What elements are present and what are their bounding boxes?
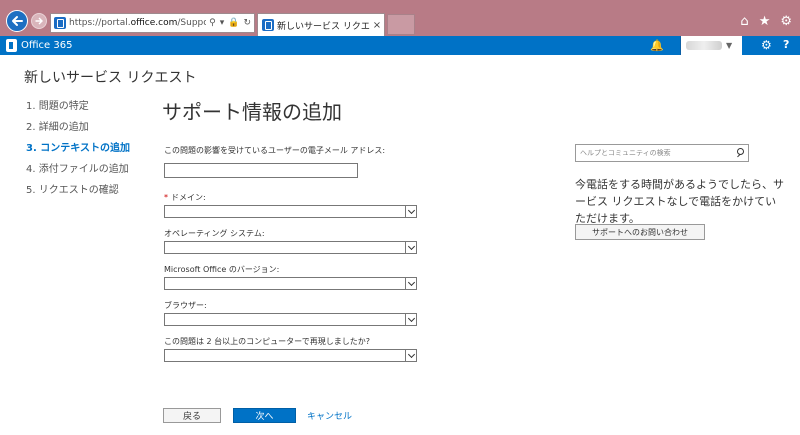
reproduce-field-group: この問題は 2 台以上のコンピューターで再現しましたか? (164, 336, 419, 372)
page-title: 新しいサービス リクエスト (24, 70, 197, 86)
cancel-link[interactable]: キャンセル (307, 409, 352, 422)
section-title: サポート情報の追加 (162, 100, 342, 124)
step-add-attachments[interactable]: 4. 添付ファイルの追加 (26, 160, 130, 181)
user-menu[interactable]: ▼ (680, 36, 742, 55)
office-version-select-value (165, 278, 405, 289)
os-field-group: オペレーティング システム: (164, 228, 419, 264)
help-icon[interactable]: ? (783, 38, 789, 51)
tab-title: 新しいサービス リクエスト (277, 21, 370, 32)
back-button[interactable] (6, 10, 28, 32)
next-button[interactable]: 次へ (233, 408, 296, 423)
site-favicon-icon (54, 17, 66, 29)
user-name-redacted (686, 41, 722, 50)
domain-select[interactable] (164, 205, 417, 218)
lock-icon: 🔒 (228, 18, 240, 28)
office-version-label: Microsoft Office のバージョン: (164, 265, 280, 274)
forward-button[interactable] (31, 13, 47, 29)
os-select[interactable] (164, 241, 417, 254)
help-search-box (575, 144, 749, 162)
settings-gear-icon[interactable]: ⚙ (761, 38, 772, 52)
office-version-field-group: Microsoft Office のバージョン: (164, 264, 419, 300)
office365-logo[interactable]: Office 365 (6, 39, 72, 52)
chevron-down-icon (405, 314, 416, 325)
step-add-context[interactable]: 3. コンテキストの追加 (26, 139, 130, 160)
reproduce-select[interactable] (164, 349, 417, 362)
office365-navbar: Office 365 🔔 ▼ ⚙ ? (0, 36, 800, 55)
help-search-input[interactable] (576, 149, 734, 157)
office-version-select[interactable] (164, 277, 417, 290)
arrow-right-icon (35, 17, 43, 25)
os-label: オペレーティング システム: (164, 229, 265, 238)
step-add-details[interactable]: 2. 詳細の追加 (26, 118, 130, 139)
contact-support-button[interactable]: サポートへのお問い合わせ (575, 224, 705, 240)
wizard-steps: 1. 問題の特定 2. 詳細の追加 3. コンテキストの追加 4. 添付ファイル… (26, 97, 130, 202)
browser-chrome: https://portal.office.com/Support/NewS ⚲… (0, 0, 800, 36)
new-tab-button[interactable] (387, 14, 415, 35)
browser-label: ブラウザー: (164, 301, 207, 310)
close-tab-icon[interactable]: × (370, 20, 384, 31)
form-actions: 戻る 次へ キャンセル (163, 408, 352, 423)
back-step-button[interactable]: 戻る (163, 408, 221, 423)
chevron-down-icon (405, 242, 416, 253)
home-icon[interactable]: ⌂ (740, 14, 748, 29)
tab-favicon-icon (262, 19, 274, 31)
domain-label: ドメイン: (171, 193, 206, 202)
domain-select-value (165, 206, 405, 217)
chevron-down-icon: ▼ (726, 41, 733, 50)
browser-field-group: ブラウザー: (164, 300, 419, 336)
os-select-value (165, 242, 405, 253)
email-label: この問題の影響を受けているユーザーの電子メール アドレス: (164, 146, 386, 155)
chevron-down-icon (405, 350, 416, 361)
context-form: この問題の影響を受けているユーザーの電子メール アドレス: * ドメイン: オペレ… (164, 145, 419, 372)
refresh-icon[interactable]: ↻ (243, 18, 251, 28)
reproduce-label: この問題は 2 台以上のコンピューターで再現しましたか? (164, 337, 370, 346)
search-icon[interactable]: ⚲ (209, 18, 216, 28)
address-bar[interactable]: https://portal.office.com/Support/NewS ⚲… (50, 13, 255, 33)
step-identify-problem[interactable]: 1. 問題の特定 (26, 97, 130, 118)
tab-new-service-request[interactable]: 新しいサービス リクエスト × (257, 13, 385, 36)
tools-gear-icon[interactable]: ⚙ (780, 14, 792, 29)
arrow-left-icon (12, 16, 23, 26)
email-field[interactable] (164, 163, 358, 178)
step-confirm-request[interactable]: 5. リクエストの確認 (26, 181, 130, 202)
reproduce-select-value (165, 350, 405, 361)
browser-select-value (165, 314, 405, 325)
favorites-star-icon[interactable]: ★ (759, 14, 771, 29)
email-field-group: この問題の影響を受けているユーザーの電子メール アドレス: (164, 145, 419, 181)
notification-bell-icon[interactable]: 🔔 (650, 39, 664, 52)
address-url: https://portal.office.com/Support/NewS (69, 18, 207, 28)
browser-select[interactable] (164, 313, 417, 326)
office365-brand: Office 365 (21, 40, 73, 51)
office-logo-icon (6, 39, 17, 52)
dropdown-icon[interactable]: ▾ (220, 18, 225, 28)
phone-support-text: 今電話をする時間があるようでしたら、サービス リクエストなしで電話をかけていただ… (575, 178, 784, 225)
domain-field-group: * ドメイン: (164, 192, 419, 228)
chevron-down-icon (405, 278, 416, 289)
chevron-down-icon (405, 206, 416, 217)
required-marker: * (164, 193, 168, 202)
search-icon[interactable] (734, 146, 748, 160)
